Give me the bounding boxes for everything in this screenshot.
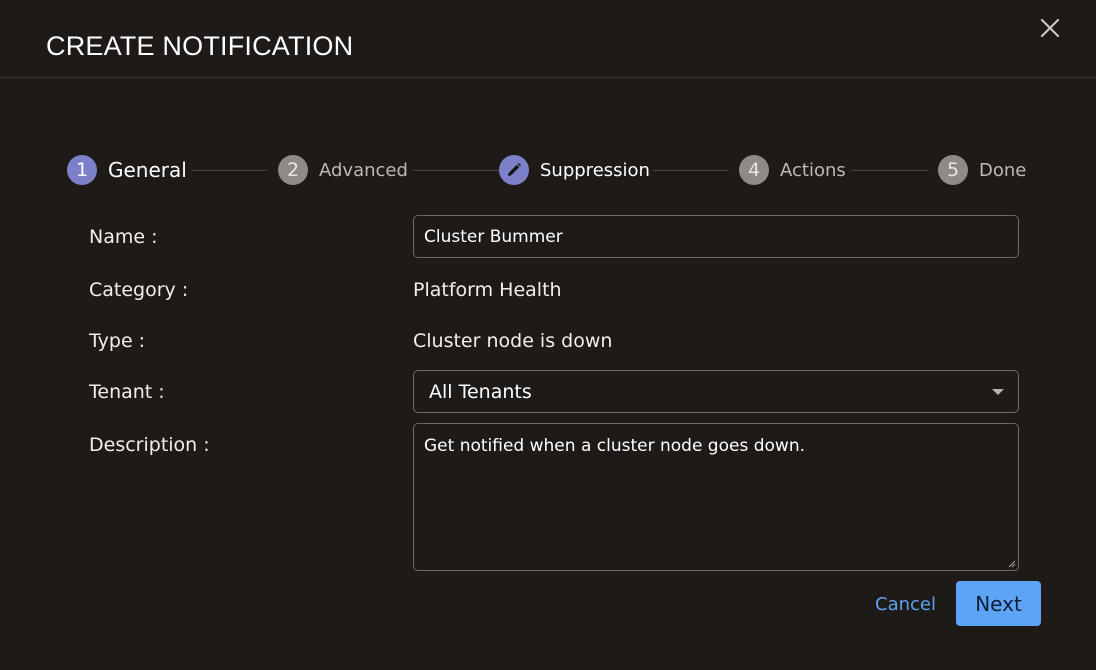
stepper: 1 General 2 Advanced Suppression 4 Actio… [67, 155, 1026, 185]
step-connector [851, 170, 929, 171]
category-label: Category : [89, 279, 189, 301]
step-label: Suppression [540, 159, 650, 181]
cancel-button[interactable]: Cancel [864, 584, 947, 624]
description-label: Description : [89, 434, 210, 456]
name-input[interactable] [413, 215, 1019, 258]
type-value: Cluster node is down [413, 330, 613, 352]
step-advanced[interactable]: 2 Advanced [278, 155, 408, 185]
step-label: General [108, 158, 187, 182]
category-value: Platform Health [413, 279, 562, 301]
description-textarea[interactable]: Get notified when a cluster node goes do… [413, 423, 1019, 571]
step-number: 1 [67, 155, 97, 185]
step-number: 5 [938, 155, 968, 185]
close-button[interactable] [1038, 16, 1062, 40]
step-connector [191, 170, 267, 171]
step-suppression[interactable]: Suppression [499, 155, 650, 185]
dialog-title: CREATE NOTIFICATION [46, 31, 354, 61]
step-connector [413, 170, 499, 171]
dialog-header: CREATE NOTIFICATION [0, 0, 1096, 78]
close-icon [1040, 18, 1060, 38]
name-label: Name : [89, 226, 158, 248]
tenant-select[interactable]: All Tenants [413, 370, 1019, 413]
tenant-label: Tenant : [89, 381, 165, 403]
tenant-selected-value: All Tenants [429, 380, 532, 403]
resize-handle-icon[interactable] [1008, 560, 1016, 568]
step-number: 2 [278, 155, 308, 185]
pencil-icon [508, 163, 521, 176]
step-label: Advanced [319, 159, 408, 181]
caret-down-icon [992, 389, 1004, 395]
step-done[interactable]: 5 Done [938, 155, 1026, 185]
step-general[interactable]: 1 General [67, 155, 187, 185]
step-actions[interactable]: 4 Actions [739, 155, 846, 185]
step-edit-marker [499, 155, 529, 185]
next-button[interactable]: Next [956, 581, 1041, 626]
step-label: Done [979, 159, 1027, 181]
type-label: Type : [89, 330, 146, 352]
step-label: Actions [780, 159, 846, 181]
step-connector [653, 170, 729, 171]
step-number: 4 [739, 155, 769, 185]
